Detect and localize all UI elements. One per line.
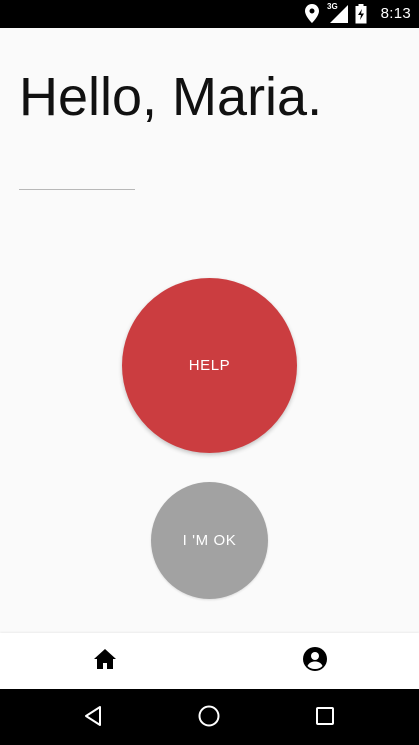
app-screen: 3G 8:13 Hello, Maria. HELP I 'M OK — [0, 0, 419, 745]
nav-item-home[interactable] — [0, 633, 209, 689]
account-circle-icon — [302, 646, 327, 676]
system-home-button[interactable] — [193, 702, 225, 734]
help-button[interactable]: HELP — [122, 278, 297, 453]
greeting-title: Hello, Maria. — [19, 67, 323, 127]
status-time: 8:13 — [380, 5, 411, 22]
bottom-navigation — [0, 633, 419, 689]
back-icon — [83, 705, 103, 732]
im-ok-button[interactable]: I 'M OK — [151, 482, 268, 599]
network-type-label: 3G — [327, 2, 338, 11]
system-back-button[interactable] — [77, 702, 109, 734]
home-icon — [93, 648, 117, 675]
home-circle-icon — [198, 705, 220, 732]
system-navigation-bar — [0, 689, 419, 745]
nav-item-profile[interactable] — [210, 633, 419, 689]
battery-charging-icon — [355, 4, 367, 29]
recents-icon — [315, 706, 335, 731]
location-icon — [305, 4, 319, 28]
greeting-divider — [19, 189, 135, 190]
status-bar: 3G 8:13 — [0, 0, 419, 28]
system-recents-button[interactable] — [309, 702, 341, 734]
